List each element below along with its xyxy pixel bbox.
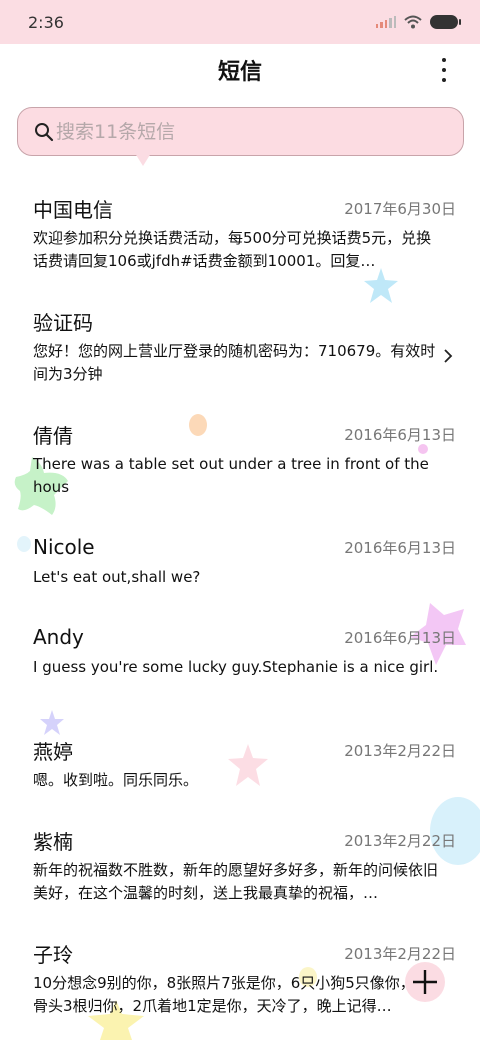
message-sender: Andy [33,625,84,649]
chevron-right-icon [444,349,453,363]
status-time: 2:36 [28,12,64,32]
message-date: 2016年6月13日 [344,425,456,444]
wifi-icon [404,15,422,29]
message-date: 2016年6月13日 [344,538,456,557]
search-icon [35,122,54,141]
message-preview: 嗯。收到啦。同乐同乐。 [33,771,199,789]
message-preview: 欢迎参加积分兑换话费活动，每500分可兑换话费5元，兑换话费请回复106或jfd… [33,229,432,270]
message-preview: There was a table set out under a tree i… [33,455,429,496]
message-sender: 子玲 [33,942,73,967]
message-item[interactable]: Nicole 2016年6月13日 Let's eat out,shall we… [0,532,480,589]
more-vertical-icon[interactable] [434,58,454,82]
blue-star-decoration [364,268,398,303]
message-date: 2016年6月13日 [344,628,456,647]
app-header: 短信 [0,44,480,96]
message-item[interactable]: 验证码 您好！您的网上营业厅登录的随机密码为：710679。有效时间为3分钟 [0,306,480,386]
message-item[interactable]: 中国电信 2017年6月30日 欢迎参加积分兑换话费活动，每500分可兑换话费5… [0,193,480,273]
message-sender: 验证码 [33,310,93,335]
lavender-star-decoration [40,710,64,735]
message-preview: Let's eat out,shall we? [33,568,201,586]
search-box[interactable] [17,107,464,156]
message-sender: 紫楠 [33,829,73,854]
signal-icon [375,16,396,28]
status-bar: 2:36 [0,0,480,44]
battery-icon [430,15,461,29]
message-sender: 倩倩 [33,423,73,448]
message-preview: I guess you're some lucky guy.Stephanie … [33,658,439,676]
message-sender: Nicole [33,535,95,559]
message-sender: 燕婷 [33,739,73,764]
message-date: 2017年6月30日 [344,199,456,218]
message-date: 2013年2月22日 [344,741,456,760]
page-title: 短信 [217,60,262,85]
message-preview: 新年的祝福数不胜数，新年的愿望好多好多，新年的问候依旧美好，在这个温馨的时刻，送… [33,861,439,902]
search-input[interactable] [56,120,436,143]
compose-button[interactable] [405,962,445,1002]
message-sender: 中国电信 [33,197,113,222]
message-item[interactable]: 紫楠 2013年2月22日 新年的祝福数不胜数，新年的愿望好多好多，新年的问候依… [0,825,480,905]
message-preview: 10分想念9别的你，8张照片7张是你，6只小狗5只像你，4根骨头3根归你，2爪着… [33,974,440,1015]
status-icons [375,15,461,29]
message-date: 2013年2月22日 [344,831,456,850]
message-item[interactable]: 燕婷 2013年2月22日 嗯。收到啦。同乐同乐。 [0,735,480,792]
message-date: 2013年2月22日 [344,944,456,963]
message-preview: 您好！您的网上营业厅登录的随机密码为：710679。有效时间为3分钟 [33,342,436,383]
message-item[interactable]: 倩倩 2016年6月13日 There was a table set out … [0,419,480,499]
message-item[interactable]: Andy 2016年6月13日 I guess you're some luck… [0,622,480,679]
plus-icon [413,970,437,994]
